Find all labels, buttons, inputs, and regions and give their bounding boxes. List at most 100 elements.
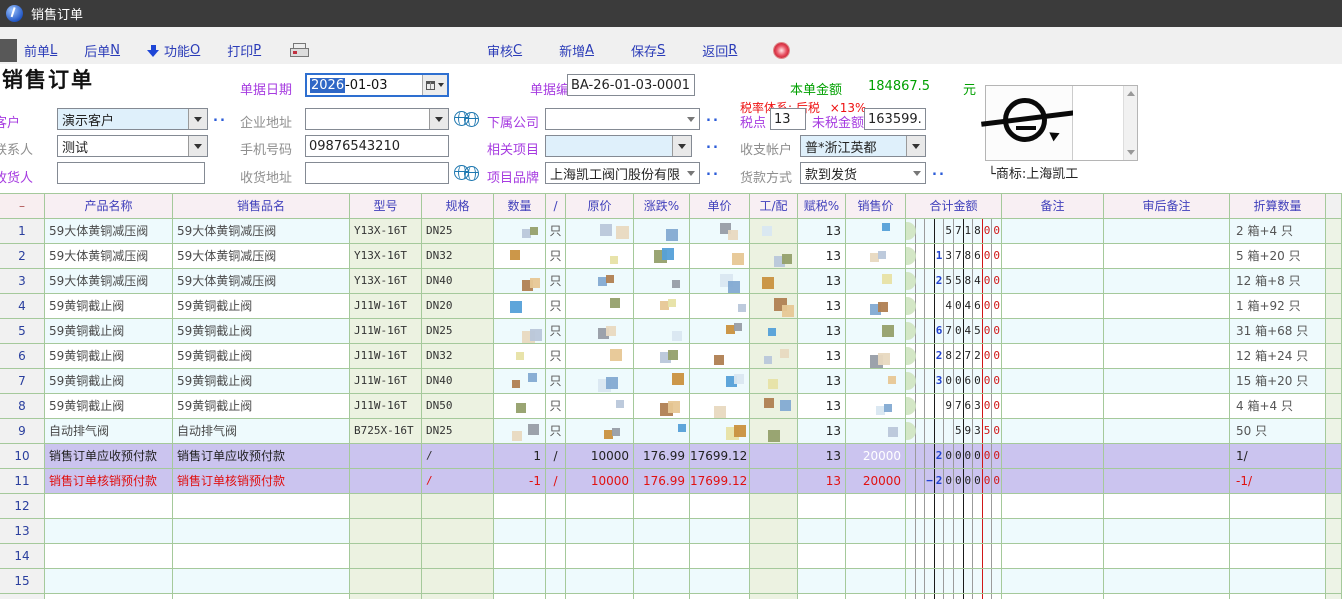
cell-change-pct[interactable]: 176.99 (634, 469, 690, 494)
cell-note[interactable] (1002, 469, 1104, 494)
cell-unit[interactable]: 只 (546, 419, 566, 444)
cell-quantity[interactable] (494, 369, 546, 394)
cell-spec[interactable]: DN25 (422, 419, 494, 444)
cell-model[interactable] (350, 544, 422, 569)
menu-item-C[interactable]: 审核C (487, 41, 522, 60)
brand-chevron-icon[interactable] (682, 163, 699, 183)
cell-total-amount[interactable]: 1378600 (906, 244, 1002, 269)
cell-unit-price[interactable] (690, 294, 750, 319)
cell-quantity[interactable] (494, 344, 546, 369)
company-addr-select[interactable] (305, 108, 449, 130)
cell-quantity[interactable] (494, 244, 546, 269)
cell-note[interactable] (1002, 269, 1104, 294)
cell-product-name[interactable] (45, 519, 173, 544)
cell-tax-pct[interactable]: 13 (798, 344, 846, 369)
cell-note[interactable] (1002, 444, 1104, 469)
brand-select[interactable]: 上海凯工阀门股份有限 (545, 162, 700, 184)
cell-product-name[interactable]: 销售订单核销预付款 (45, 469, 173, 494)
cell-unit[interactable]: / (546, 444, 566, 469)
cell-audit-note[interactable] (1104, 369, 1230, 394)
cell-unit-price[interactable] (690, 419, 750, 444)
cell-tax-pct[interactable]: 13 (798, 419, 846, 444)
contact-select[interactable]: 测试 (57, 135, 208, 157)
cell-unit-price[interactable] (690, 519, 750, 544)
cell-model[interactable]: J11W-16T (350, 369, 422, 394)
cell-spec[interactable] (422, 569, 494, 594)
cell-sale-name[interactable]: 59大体黄铜减压阀 (173, 244, 350, 269)
cell-sale-name[interactable]: 销售订单核销预付款 (173, 469, 350, 494)
cell-note[interactable] (1002, 569, 1104, 594)
cell-quantity[interactable] (494, 219, 546, 244)
cell-sale-price[interactable] (846, 394, 906, 419)
cell-unit[interactable]: 只 (546, 219, 566, 244)
cell-unit[interactable]: 只 (546, 294, 566, 319)
cell-product-name[interactable] (45, 494, 173, 519)
cell-converted-qty[interactable]: 50 只 (1230, 419, 1326, 444)
cell-sale-name[interactable] (173, 494, 350, 519)
cell-orig-price[interactable] (566, 369, 634, 394)
cell-spec[interactable] (422, 519, 494, 544)
cell-converted-qty[interactable]: 2 箱+4 只 (1230, 219, 1326, 244)
scroll-down-icon[interactable] (1126, 148, 1135, 157)
cell-note[interactable] (1002, 594, 1104, 599)
cell-labor[interactable] (750, 219, 798, 244)
cell-labor[interactable] (750, 369, 798, 394)
cell-product-name[interactable] (45, 544, 173, 569)
cell-model[interactable] (350, 519, 422, 544)
cell-sale-price[interactable] (846, 569, 906, 594)
cell-tax-pct[interactable] (798, 544, 846, 569)
cell-labor[interactable] (750, 244, 798, 269)
payment-chevron-icon[interactable] (908, 163, 925, 183)
cell-model[interactable]: Y13X-16T (350, 244, 422, 269)
cell-converted-qty[interactable] (1230, 594, 1326, 599)
account-select[interactable]: 普*浙江英都 (800, 135, 926, 157)
brand-globe-icon[interactable] (464, 166, 479, 181)
cell-product-name[interactable]: 销售订单应收预付款 (45, 444, 173, 469)
cell-sale-price[interactable] (846, 269, 906, 294)
cell-sale-price[interactable]: 20000 (846, 469, 906, 494)
menu-item-P[interactable]: 打印P (227, 41, 261, 60)
cell-quantity[interactable] (494, 419, 546, 444)
cell-orig-price[interactable] (566, 519, 634, 544)
cell-labor[interactable] (750, 469, 798, 494)
cell-spec[interactable] (422, 544, 494, 569)
cell-change-pct[interactable] (634, 219, 690, 244)
cell-labor[interactable] (750, 519, 798, 544)
cell-tax-pct[interactable] (798, 519, 846, 544)
cell-quantity[interactable] (494, 494, 546, 519)
sub-company-chevron-icon[interactable] (682, 109, 699, 129)
cell-total-amount[interactable]: 59350 (906, 419, 1002, 444)
cell-orig-price[interactable] (566, 594, 634, 599)
cell-total-amount[interactable]: 3006000 (906, 369, 1002, 394)
cell-note[interactable] (1002, 319, 1104, 344)
cell-audit-note[interactable] (1104, 269, 1230, 294)
cell-total-amount[interactable]: 2827200 (906, 344, 1002, 369)
cell-change-pct[interactable] (634, 269, 690, 294)
cell-product-name[interactable] (45, 569, 173, 594)
cell-spec[interactable]: DN50 (422, 394, 494, 419)
cell-product-name[interactable]: 59黄铜截止阀 (45, 394, 173, 419)
cell-labor[interactable] (750, 294, 798, 319)
cell-unit-price[interactable] (690, 544, 750, 569)
cell-sale-name[interactable]: 59大体黄铜减压阀 (173, 219, 350, 244)
cell-model[interactable]: J11W-16T (350, 319, 422, 344)
cell-sale-name[interactable] (173, 569, 350, 594)
cell-unit-price[interactable] (690, 369, 750, 394)
cell-tax-pct[interactable]: 13 (798, 444, 846, 469)
sub-company-more-button[interactable]: .. (706, 110, 720, 125)
cell-sale-name[interactable]: 59黄铜截止阀 (173, 294, 350, 319)
cell-unit-price[interactable] (690, 394, 750, 419)
cell-note[interactable] (1002, 369, 1104, 394)
cell-note[interactable] (1002, 544, 1104, 569)
cell-tax-pct[interactable]: 13 (798, 469, 846, 494)
cell-spec[interactable]: DN25 (422, 219, 494, 244)
cell-total-amount[interactable]: 2000000 (906, 444, 1002, 469)
cell-model[interactable]: Y13X-16T (350, 219, 422, 244)
account-dropdown-button[interactable] (906, 136, 925, 156)
receiver-input[interactable] (57, 162, 205, 184)
cell-audit-note[interactable] (1104, 294, 1230, 319)
printer-icon[interactable] (290, 43, 309, 59)
cell-model[interactable]: B725X-16T (350, 419, 422, 444)
cell-converted-qty[interactable]: 12 箱+24 只 (1230, 344, 1326, 369)
customer-more-button[interactable]: .. (213, 110, 227, 125)
